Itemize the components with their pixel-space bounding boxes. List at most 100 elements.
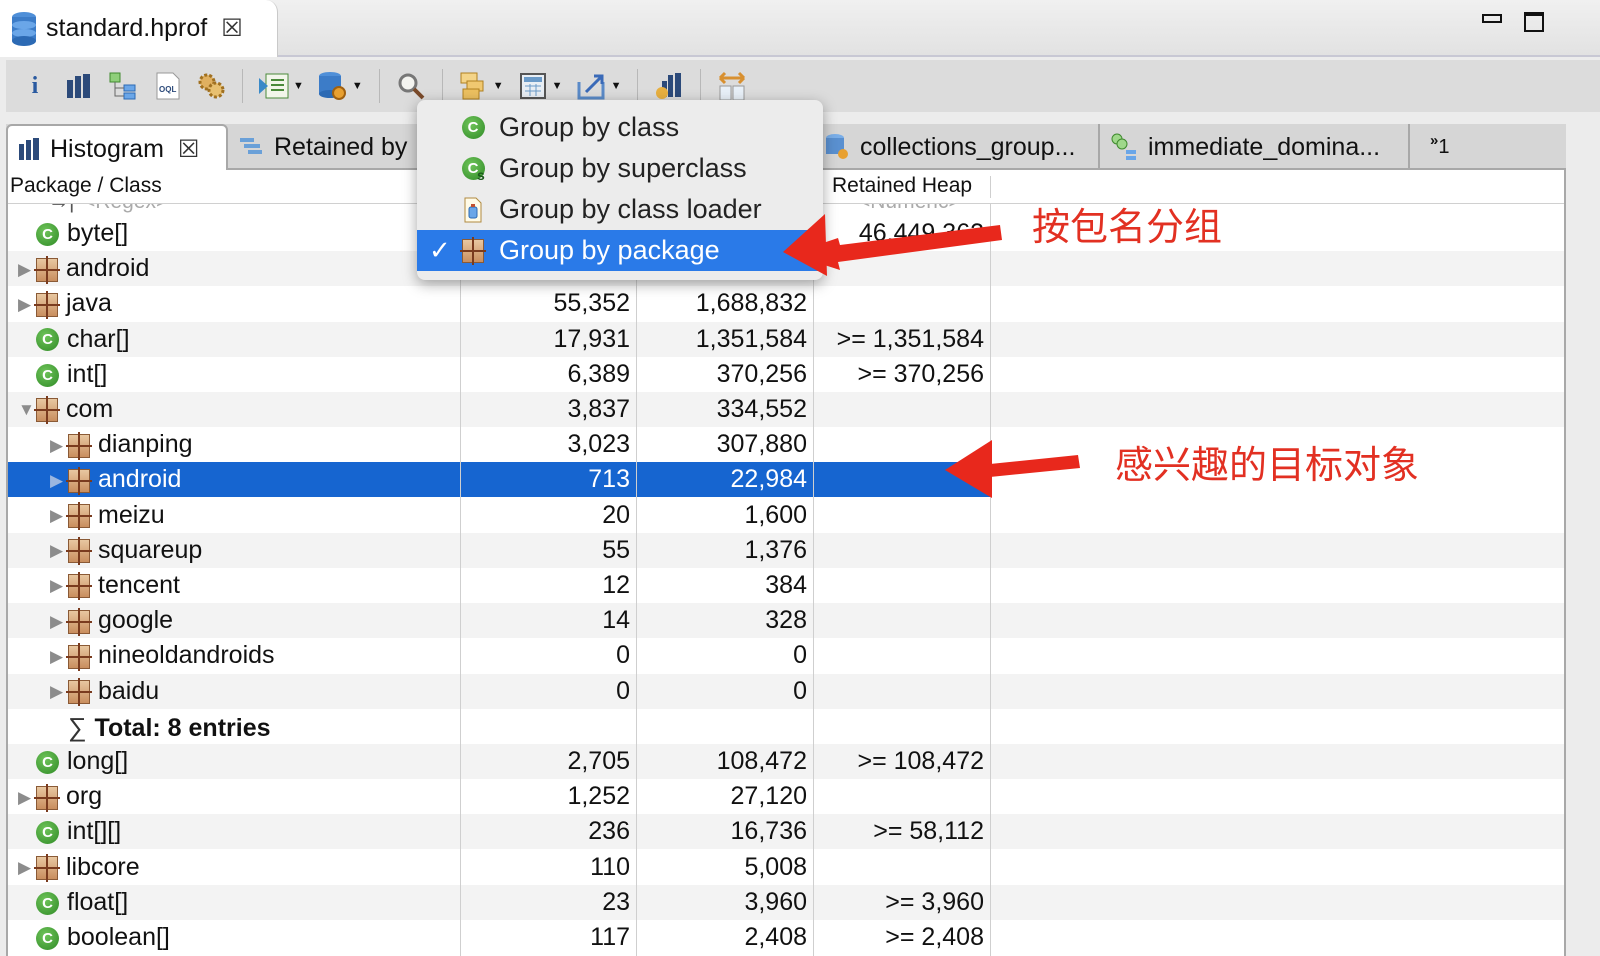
tab-collections-group[interactable]: collections_group... <box>818 124 1100 170</box>
name-cell: ▶ android <box>18 254 149 284</box>
class-icon: C <box>36 926 59 950</box>
table-row[interactable]: Cint[] 6,389 370,256 >= 370,256 <box>8 357 1564 392</box>
objects-cell: 3,023 <box>567 430 630 459</box>
table-row[interactable]: ▶ squareup 55 1,376 <box>8 532 1564 568</box>
table-row[interactable]: ▼ com 3,837 334,552 <box>8 392 1564 427</box>
objects-cell: 0 <box>616 676 630 705</box>
table-row[interactable]: Cchar[] 17,931 1,351,584 >= 1,351,584 <box>8 321 1564 357</box>
gears-icon[interactable] <box>192 67 230 105</box>
editor-tab-standard-hprof[interactable]: standard.hprof ☒ <box>0 0 278 57</box>
table-row[interactable]: Cint[][] 236 16,736 >= 58,112 <box>8 814 1564 850</box>
table-row[interactable]: ▶ meizu 20 1,600 <box>8 498 1564 533</box>
table-row[interactable]: ▶ google 14 328 <box>8 603 1564 639</box>
objects-cell: 55,352 <box>553 289 630 318</box>
column-header-package-class[interactable]: Package / Class <box>10 174 162 198</box>
shallow-cell: 1,688,832 <box>695 289 807 318</box>
table-row[interactable]: Cboolean[] 117 2,408 >= 2,408 <box>8 920 1564 955</box>
shallow-cell: 328 <box>765 606 807 635</box>
table-row[interactable]: ∑ Total: 8 entries <box>8 709 1564 744</box>
class-icon: C <box>36 891 59 915</box>
histogram-icon <box>19 138 39 160</box>
package-icon <box>66 501 92 530</box>
table-row[interactable]: ▶ tencent 12 384 <box>8 568 1564 603</box>
name-cell: Clong[] <box>18 747 128 776</box>
chevron-down-icon[interactable]: ▼ <box>352 80 363 92</box>
close-icon[interactable]: ☒ <box>221 14 243 43</box>
column-divider <box>813 204 814 956</box>
oql-icon[interactable]: OQL <box>148 67 186 105</box>
list-icon <box>240 138 262 154</box>
query-browser-icon[interactable] <box>314 67 352 105</box>
dominator-tree-icon[interactable] <box>104 67 142 105</box>
name-cell: ▶ android <box>50 465 181 495</box>
editor-tab-title: standard.hprof <box>46 14 208 42</box>
chevron-down-icon[interactable]: ▼ <box>293 80 304 92</box>
row-label: int[][] <box>67 817 122 846</box>
row-label: dianping <box>98 430 193 459</box>
tab-histogram[interactable]: Histogram ☒ <box>6 124 228 172</box>
overflow-count: 1 <box>1438 135 1450 158</box>
column-header-retained-heap[interactable]: Retained Heap <box>832 174 972 198</box>
retained-cell: >= 108,472 <box>857 747 984 775</box>
row-label: org <box>66 782 103 811</box>
group-by-menu: C Group by class Cs Group by superclass … <box>417 100 823 280</box>
package-icon <box>460 236 486 265</box>
info-icon[interactable]: i <box>16 67 54 105</box>
tab-retained-by[interactable]: Retained by <box>228 124 428 170</box>
row-label: java <box>66 289 112 318</box>
tab-immediate-dominators[interactable]: immediate_domina... <box>1100 124 1410 170</box>
chevron-down-icon[interactable]: ▼ <box>611 80 622 92</box>
objects-cell: 55 <box>602 535 630 564</box>
row-label: boolean[] <box>67 923 170 951</box>
row-label: byte[] <box>67 219 129 247</box>
table-row[interactable]: ▶ nineoldandroids 0 0 <box>8 638 1564 673</box>
numeric-filter[interactable]: <Numeric> <box>858 204 961 214</box>
table-row[interactable]: ▶ org 1,252 27,120 <box>8 779 1564 814</box>
objects-cell: 23 <box>602 887 630 916</box>
histogram-icon[interactable] <box>60 67 98 105</box>
maximize-icon[interactable] <box>1524 12 1544 32</box>
annotation-target-object: 感兴趣的目标对象 <box>1115 443 1420 487</box>
name-cell: ▶ tencent <box>50 571 180 601</box>
tree-icon <box>1111 133 1136 160</box>
regex-filter[interactable]: <Regex> <box>83 204 168 214</box>
table-row[interactable]: ▶ libcore 110 5,008 <box>8 850 1564 885</box>
chevron-down-icon[interactable]: ▼ <box>552 80 563 92</box>
shallow-cell: 22,984 <box>730 465 807 494</box>
shallow-cell: 0 <box>793 641 807 670</box>
tab-label: Histogram <box>50 134 164 163</box>
name-cell: Cint[][] <box>18 817 121 846</box>
package-icon <box>34 290 60 319</box>
table-row[interactable]: Clong[] 2,705 108,472 >= 108,472 <box>8 744 1564 779</box>
row-label: long[] <box>67 747 129 775</box>
editor-tab-bar: standard.hprof ☒ <box>0 0 1600 57</box>
menu-item-label: Group by superclass <box>499 153 747 183</box>
class-icon: C <box>461 116 485 139</box>
shallow-cell: 1,376 <box>744 535 807 564</box>
tab-overflow[interactable]: » 1 <box>1410 124 1566 170</box>
objects-cell: 110 <box>590 852 630 881</box>
name-cell: ▶ google <box>50 606 173 636</box>
menu-item-group-by-class-loader[interactable]: Group by class loader <box>417 189 823 230</box>
run-report-icon[interactable] <box>255 67 293 105</box>
close-icon[interactable]: ☒ <box>178 135 200 164</box>
table-row[interactable]: ▶ java 55,352 1,688,832 <box>8 286 1564 321</box>
menu-item-group-by-class[interactable]: C Group by class <box>417 107 823 148</box>
class-icon: C <box>36 222 59 246</box>
shallow-cell: 1,351,584 <box>695 324 807 353</box>
retained-cell: >= 370,256 <box>857 359 984 388</box>
package-icon <box>34 255 60 284</box>
retained-cell: >= 3,960 <box>885 887 984 916</box>
package-icon <box>34 396 60 425</box>
shallow-cell: 3,960 <box>744 887 807 916</box>
row-label: squareup <box>98 535 203 564</box>
table-row[interactable]: Cfloat[] 23 3,960 >= 3,960 <box>8 884 1564 920</box>
menu-item-group-by-package[interactable]: ✓ Group by package <box>417 230 823 271</box>
menu-item-group-by-superclass[interactable]: Cs Group by superclass <box>417 148 823 189</box>
row-label: int[] <box>67 359 108 388</box>
minimize-icon[interactable] <box>1482 12 1502 23</box>
name-cell: ▶ squareup <box>50 535 203 566</box>
table-row[interactable]: ▶ baidu 0 0 <box>8 673 1564 709</box>
chevron-down-icon[interactable]: ▼ <box>493 80 504 92</box>
table-row[interactable]: ▶ android 713 22,984 <box>8 462 990 498</box>
